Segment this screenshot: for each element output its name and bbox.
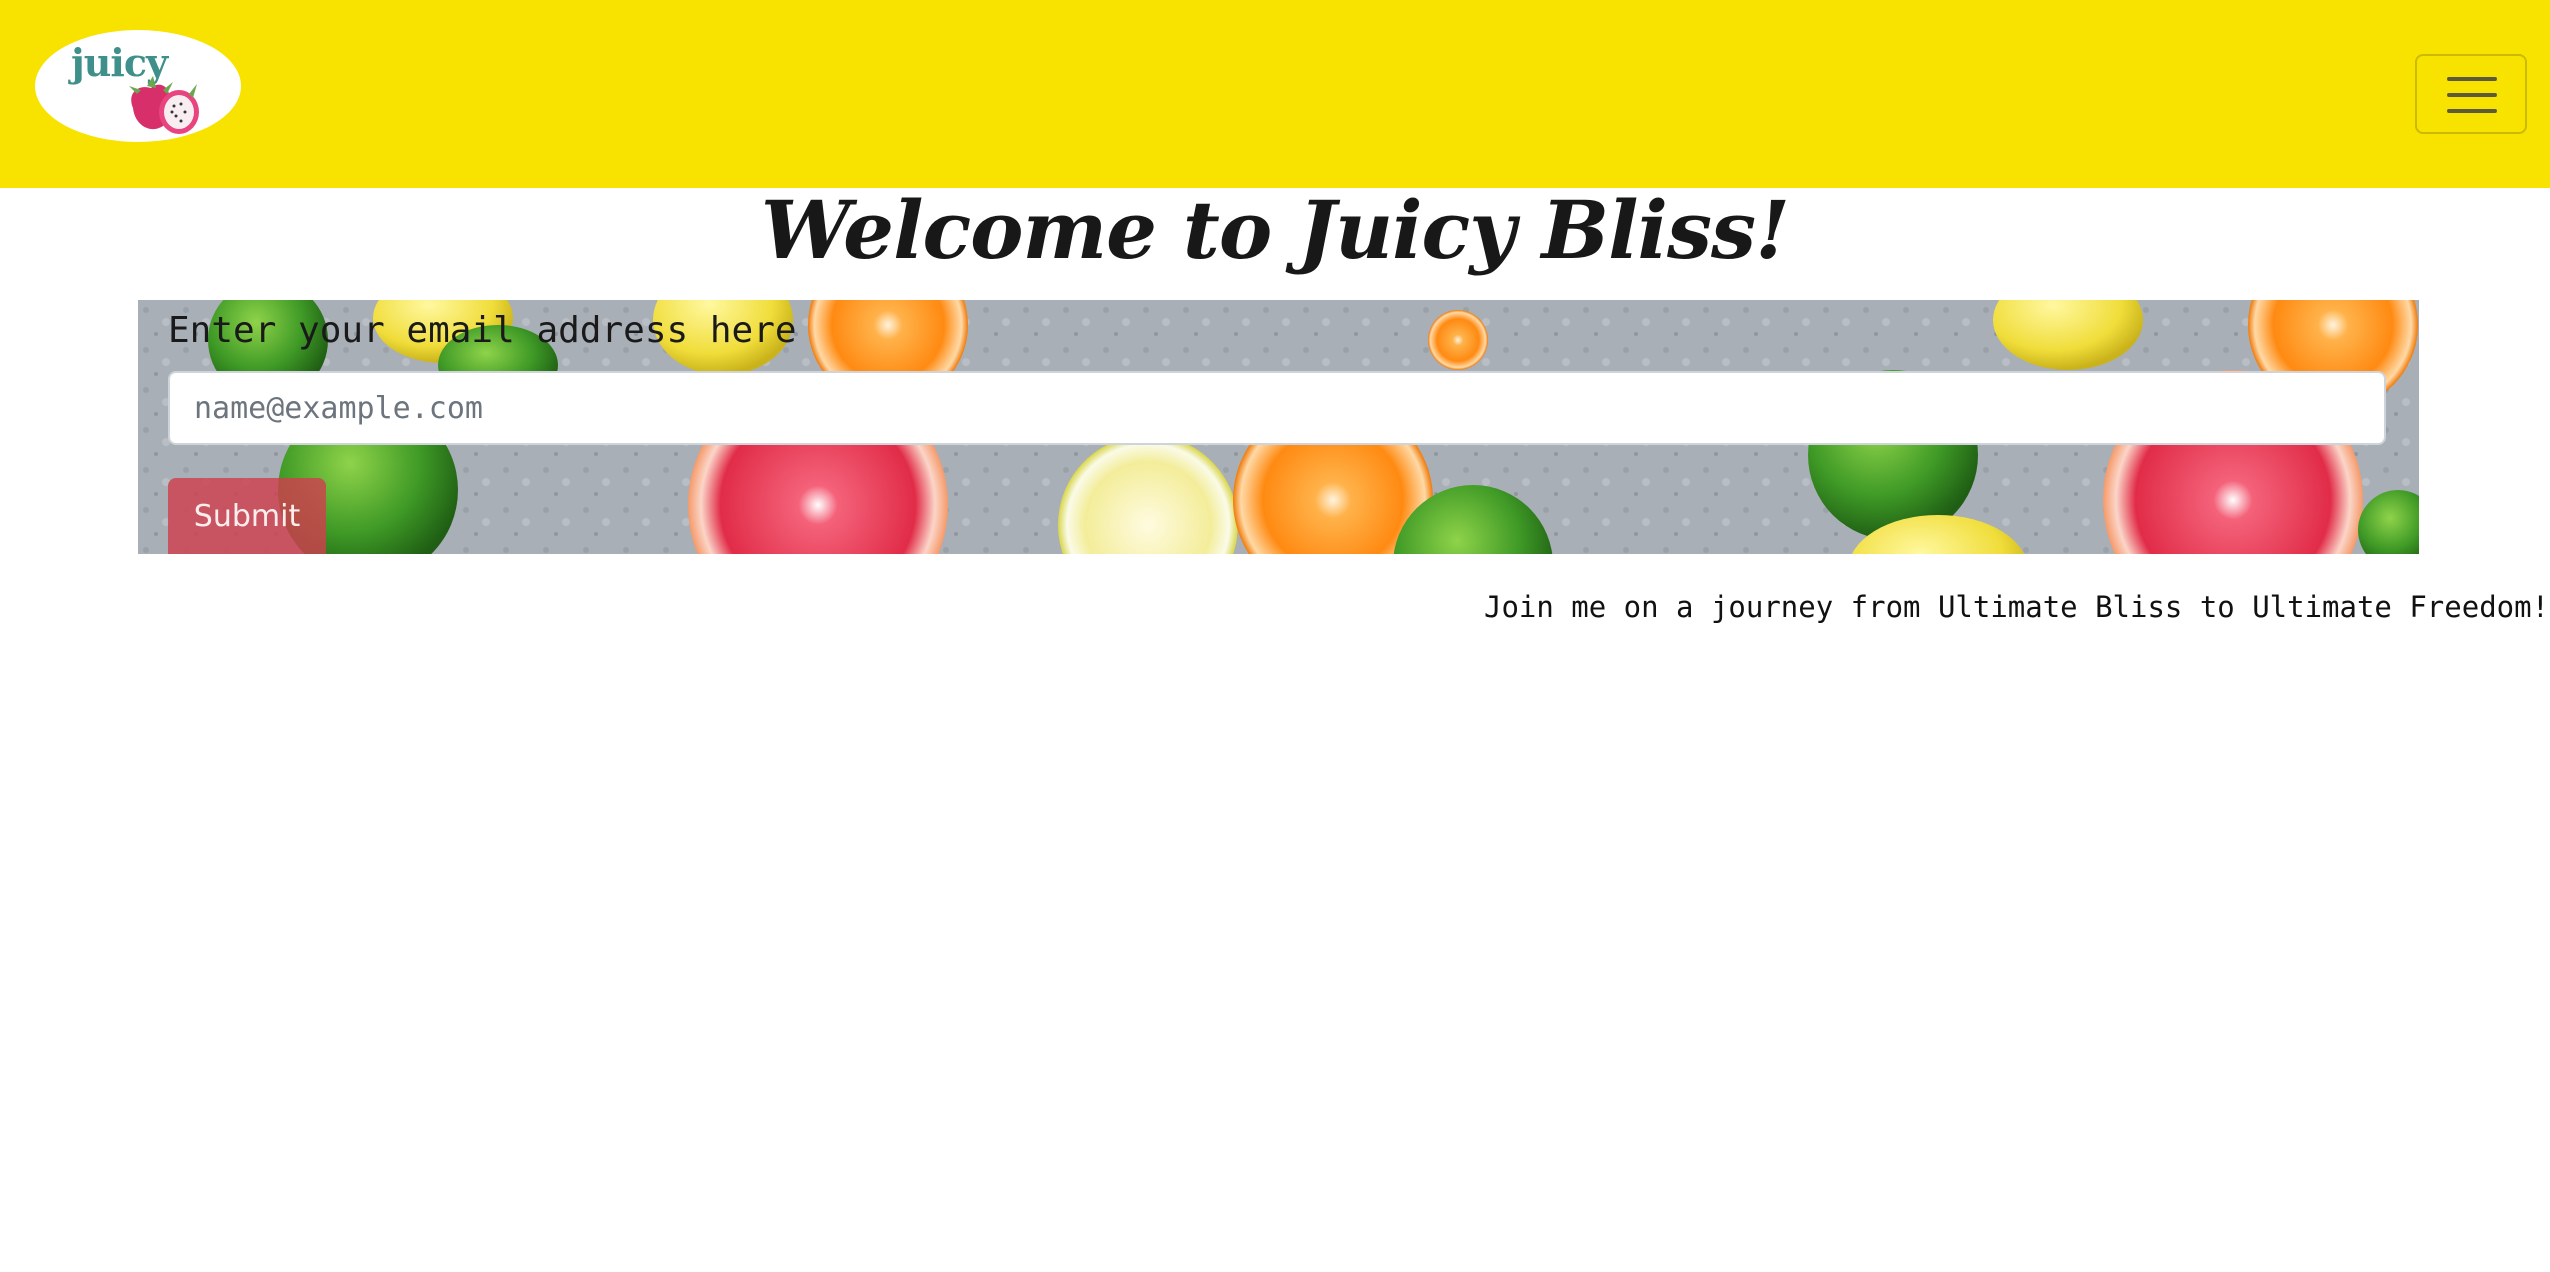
signup-banner: Enter your email address here Submit — [138, 300, 2419, 554]
submit-button[interactable]: Submit — [168, 478, 326, 554]
email-input[interactable] — [168, 371, 2386, 445]
navbar-toggle-button[interactable] — [2415, 54, 2527, 134]
brand-logo[interactable]: juicy — [35, 30, 241, 142]
hamburger-menu-icon-bar — [2447, 93, 2497, 97]
email-label: Enter your email address here — [168, 310, 797, 351]
page-title: Welcome to Juicy Bliss! — [760, 183, 1790, 277]
tagline-text: Join me on a journey from Ultimate Bliss… — [1484, 590, 2550, 624]
navbar: juicy — [0, 0, 2550, 188]
hamburger-menu-icon-bar — [2447, 109, 2497, 113]
hamburger-menu-icon — [2447, 77, 2497, 81]
dragon-fruit-icon — [129, 76, 199, 134]
